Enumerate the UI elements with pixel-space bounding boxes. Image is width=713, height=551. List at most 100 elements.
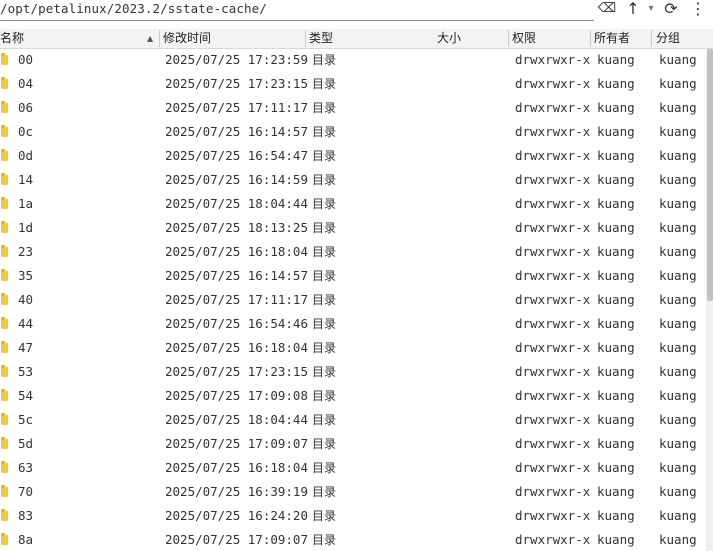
- path-input[interactable]: /opt/petalinux/2023.2/sstate-cache/: [0, 0, 267, 18]
- row-mtime: 2025/07/25 16:18:04: [165, 460, 308, 475]
- row-type: 目录: [312, 101, 337, 115]
- column-header-owner[interactable]: 所有者: [594, 29, 650, 48]
- row-owner: kuang: [597, 148, 635, 163]
- row-mtime: 2025/07/25 17:11:17: [165, 292, 308, 307]
- folder-icon: [1, 341, 8, 353]
- table-row[interactable]: 35 2025/07/25 16:14:57 目录 drwxrwxr-x kuang ku…: [0, 264, 706, 288]
- clear-path-icon[interactable]: ⌫: [597, 0, 617, 18]
- table-row[interactable]: 0c 2025/07/25 16:14:57 目录 drwxrwxr-x kuang ku…: [0, 120, 706, 144]
- folder-icon: [1, 173, 8, 185]
- scrollbar-thumb[interactable]: [707, 49, 713, 301]
- column-header-group[interactable]: 分组: [656, 29, 706, 48]
- row-group: kuang: [659, 220, 697, 235]
- row-group: kuang: [659, 388, 697, 403]
- folder-icon: [1, 245, 8, 257]
- column-header-size[interactable]: 大小: [437, 29, 497, 48]
- column-separator[interactable]: [508, 30, 509, 47]
- row-name: 5d: [18, 436, 34, 451]
- column-separator[interactable]: [159, 30, 160, 47]
- folder-icon: [1, 197, 8, 209]
- folder-icon: [1, 293, 8, 305]
- column-header: 名称 ▲ 修改时间 类型 大小 权限 所有者 分组: [0, 29, 713, 49]
- more-menu-icon[interactable]: ⋮: [688, 0, 708, 18]
- row-mtime: 2025/07/25 16:39:19: [165, 484, 308, 499]
- row-mtime: 2025/07/25 16:24:20: [165, 508, 308, 523]
- vertical-scrollbar[interactable]: [706, 49, 713, 551]
- row-name: 83: [18, 508, 34, 523]
- row-owner: kuang: [597, 340, 635, 355]
- row-name: 06: [18, 100, 34, 115]
- table-row[interactable]: 40 2025/07/25 17:11:17 目录 drwxrwxr-x kuang ku…: [0, 288, 706, 312]
- folder-icon: [1, 317, 8, 329]
- table-row[interactable]: 23 2025/07/25 16:18:04 目录 drwxrwxr-x kuang ku…: [0, 240, 706, 264]
- row-mtime: 2025/07/25 17:23:15: [165, 76, 308, 91]
- row-group: kuang: [659, 100, 697, 115]
- table-row[interactable]: 53 2025/07/25 17:23:15 目录 drwxrwxr-x kuang ku…: [0, 360, 706, 384]
- table-row[interactable]: 47 2025/07/25 16:18:04 目录 drwxrwxr-x kuang ku…: [0, 336, 706, 360]
- table-row[interactable]: 8a 2025/07/25 17:09:07 目录 drwxrwxr-x kuang ku…: [0, 528, 706, 551]
- column-header-perms[interactable]: 权限: [512, 29, 588, 48]
- folder-icon: [1, 533, 8, 545]
- row-owner: kuang: [597, 412, 635, 427]
- row-group: kuang: [659, 52, 697, 67]
- row-name: 0d: [18, 148, 34, 163]
- column-separator[interactable]: [590, 30, 591, 47]
- table-row[interactable]: 5c 2025/07/25 18:04:44 目录 drwxrwxr-x kuang ku…: [0, 408, 706, 432]
- column-separator[interactable]: [651, 30, 652, 47]
- history-dropdown-icon[interactable]: ▾: [644, 0, 658, 18]
- table-row[interactable]: 06 2025/07/25 17:11:17 目录 drwxrwxr-x kuang ku…: [0, 96, 706, 120]
- table-row[interactable]: 1d 2025/07/25 18:13:25 目录 drwxrwxr-x kuang ku…: [0, 216, 706, 240]
- column-header-mtime[interactable]: 修改时间: [163, 29, 303, 48]
- table-row[interactable]: 70 2025/07/25 16:39:19 目录 drwxrwxr-x kuang ku…: [0, 480, 706, 504]
- row-type: 目录: [312, 413, 337, 427]
- row-perms: drwxrwxr-x: [515, 76, 591, 91]
- row-perms: drwxrwxr-x: [515, 460, 591, 475]
- row-mtime: 2025/07/25 17:11:17: [165, 100, 308, 115]
- row-group: kuang: [659, 268, 697, 283]
- table-row[interactable]: 5d 2025/07/25 17:09:07 目录 drwxrwxr-x kuang ku…: [0, 432, 706, 456]
- up-directory-icon[interactable]: ↑: [624, 0, 642, 18]
- row-type: 目录: [312, 173, 337, 187]
- row-type: 目录: [312, 293, 337, 307]
- column-separator[interactable]: [305, 30, 306, 47]
- table-row[interactable]: 0d 2025/07/25 16:54:47 目录 drwxrwxr-x kuang ku…: [0, 144, 706, 168]
- row-perms: drwxrwxr-x: [515, 340, 591, 355]
- table-row[interactable]: 44 2025/07/25 16:54:46 目录 drwxrwxr-x kuang ku…: [0, 312, 706, 336]
- table-row[interactable]: 04 2025/07/25 17:23:15 目录 drwxrwxr-x kuang ku…: [0, 72, 706, 96]
- row-mtime: 2025/07/25 17:23:15: [165, 364, 308, 379]
- folder-icon: [1, 125, 8, 137]
- row-mtime: 2025/07/25 16:14:59: [165, 172, 308, 187]
- folder-icon: [1, 77, 8, 89]
- refresh-icon[interactable]: ⟳: [661, 0, 681, 18]
- row-type: 目录: [312, 437, 337, 451]
- table-row[interactable]: 83 2025/07/25 16:24:20 目录 drwxrwxr-x kuang ku…: [0, 504, 706, 528]
- folder-icon: [1, 269, 8, 281]
- table-row[interactable]: 63 2025/07/25 16:18:04 目录 drwxrwxr-x kuang ku…: [0, 456, 706, 480]
- column-header-type[interactable]: 类型: [309, 29, 429, 48]
- row-owner: kuang: [597, 124, 635, 139]
- folder-icon: [1, 485, 8, 497]
- row-perms: drwxrwxr-x: [515, 244, 591, 259]
- table-row[interactable]: 00 2025/07/25 17:23:59 目录 drwxrwxr-x kuang ku…: [0, 48, 706, 72]
- row-group: kuang: [659, 484, 697, 499]
- path-underline: [0, 20, 594, 21]
- row-mtime: 2025/07/25 16:54:47: [165, 148, 308, 163]
- row-name: 70: [18, 484, 34, 499]
- row-type: 目录: [312, 485, 337, 499]
- row-mtime: 2025/07/25 17:09:07: [165, 436, 308, 451]
- row-name: 5c: [18, 412, 34, 427]
- column-header-name[interactable]: 名称: [0, 29, 150, 48]
- folder-icon: [1, 389, 8, 401]
- row-group: kuang: [659, 532, 697, 547]
- row-type: 目录: [312, 389, 337, 403]
- row-mtime: 2025/07/25 16:14:57: [165, 124, 308, 139]
- table-row[interactable]: 1a 2025/07/25 18:04:44 目录 drwxrwxr-x kuang ku…: [0, 192, 706, 216]
- row-owner: kuang: [597, 364, 635, 379]
- table-row[interactable]: 54 2025/07/25 17:09:08 目录 drwxrwxr-x kuang ku…: [0, 384, 706, 408]
- row-group: kuang: [659, 436, 697, 451]
- row-owner: kuang: [597, 244, 635, 259]
- table-row[interactable]: 14 2025/07/25 16:14:59 目录 drwxrwxr-x kuang ku…: [0, 168, 706, 192]
- row-mtime: 2025/07/25 16:18:04: [165, 340, 308, 355]
- folder-icon: [1, 101, 8, 113]
- row-name: 35: [18, 268, 34, 283]
